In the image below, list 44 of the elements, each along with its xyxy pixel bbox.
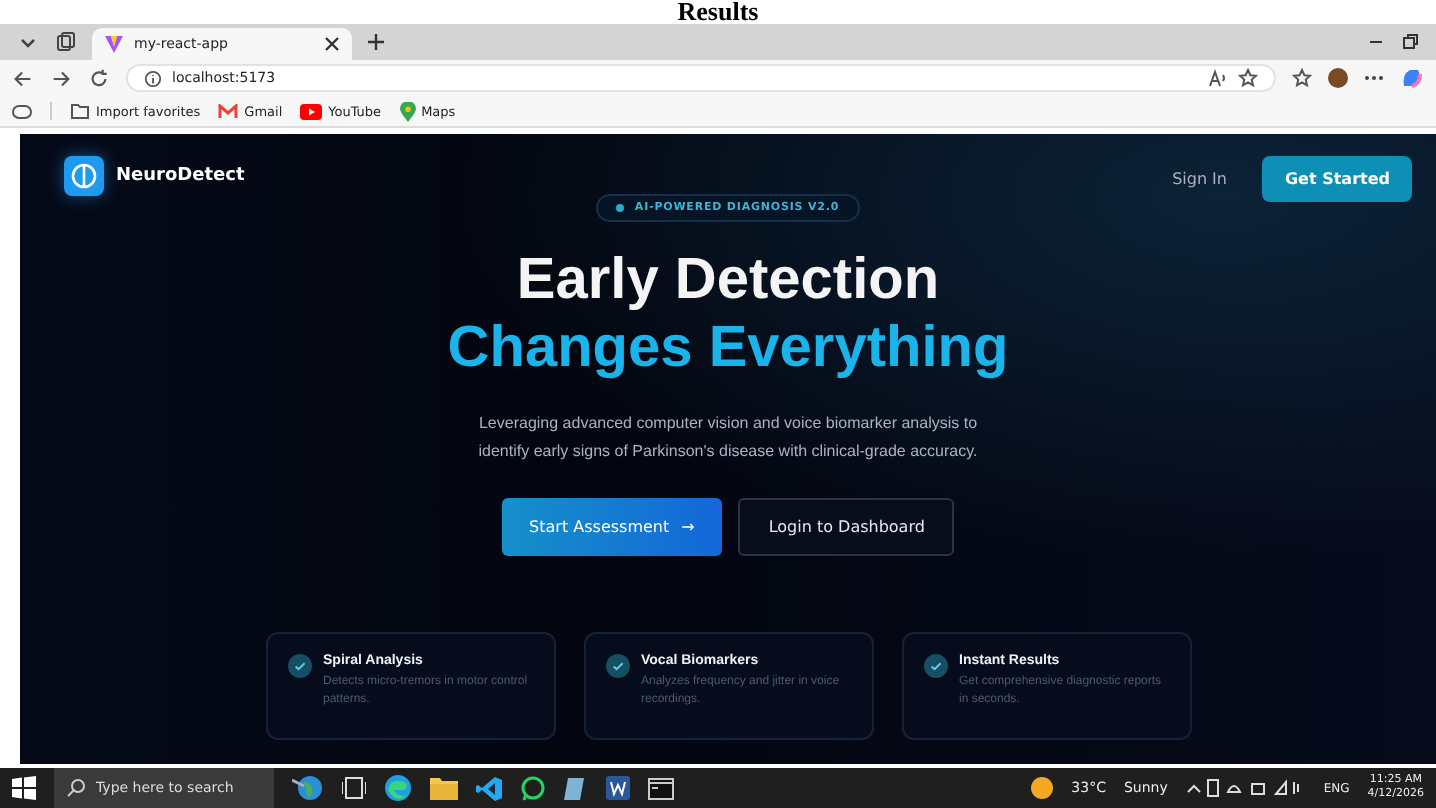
close-icon[interactable] <box>324 36 340 52</box>
status-dot-icon <box>616 204 625 212</box>
mail-logo-icon <box>218 103 239 119</box>
v-logo-icon <box>104 34 124 54</box>
folder-icon[interactable] <box>430 776 458 800</box>
get-started-button[interactable]: Get Started <box>1262 156 1412 202</box>
hero-subtitle: Leveraging advanced computer vision and voice biomarker analysis to identify early signs of Parkinson's disease with clinical-grade accuracy. <box>476 412 980 464</box>
word-app-icon[interactable] <box>606 776 630 800</box>
terminal-icon[interactable] <box>648 777 674 799</box>
hero-title-highlight: Changes Everything <box>447 314 1009 382</box>
map-pin-icon <box>399 101 416 121</box>
brain-logo-icon <box>64 156 104 196</box>
weather-sun-icon <box>1029 776 1054 800</box>
refresh-icon[interactable] <box>88 67 110 89</box>
plus-icon[interactable] <box>366 32 386 52</box>
profile-avatar[interactable] <box>1328 68 1348 88</box>
star-icon[interactable] <box>1238 68 1258 88</box>
read-aloud-icon[interactable] <box>1208 68 1228 88</box>
search-icon <box>66 778 86 798</box>
chat-app-icon[interactable] <box>520 775 546 801</box>
info-icon <box>144 69 162 87</box>
check-icon <box>287 654 311 678</box>
copilot-icon[interactable] <box>1400 66 1424 90</box>
brand-name[interactable]: NeuroDetect <box>116 166 245 186</box>
edge-browser-icon[interactable] <box>384 774 412 802</box>
favorites-icon[interactable] <box>1292 68 1312 88</box>
sign-in-link[interactable]: Sign In <box>1172 170 1227 188</box>
forward-icon[interactable] <box>50 67 72 89</box>
document-heading: Results <box>677 0 759 24</box>
folder-icon <box>70 102 90 120</box>
task-view-icon[interactable] <box>342 776 366 800</box>
more-icon[interactable] <box>1364 74 1384 82</box>
globe-icon[interactable] <box>292 774 324 802</box>
login-dashboard-button[interactable]: Login to Dashboard <box>738 498 955 556</box>
check-icon <box>605 654 629 678</box>
tab-actions-icon[interactable] <box>54 30 78 54</box>
hero-title: Early Detection <box>516 246 940 314</box>
restore-icon[interactable] <box>1400 32 1420 52</box>
play-logo-icon <box>300 103 323 119</box>
code-editor-icon[interactable] <box>476 775 502 801</box>
windows-start-icon[interactable] <box>12 776 36 800</box>
check-icon <box>923 654 947 678</box>
back-icon[interactable] <box>12 67 34 89</box>
start-assessment-button[interactable]: Start Assessment → <box>501 498 723 556</box>
